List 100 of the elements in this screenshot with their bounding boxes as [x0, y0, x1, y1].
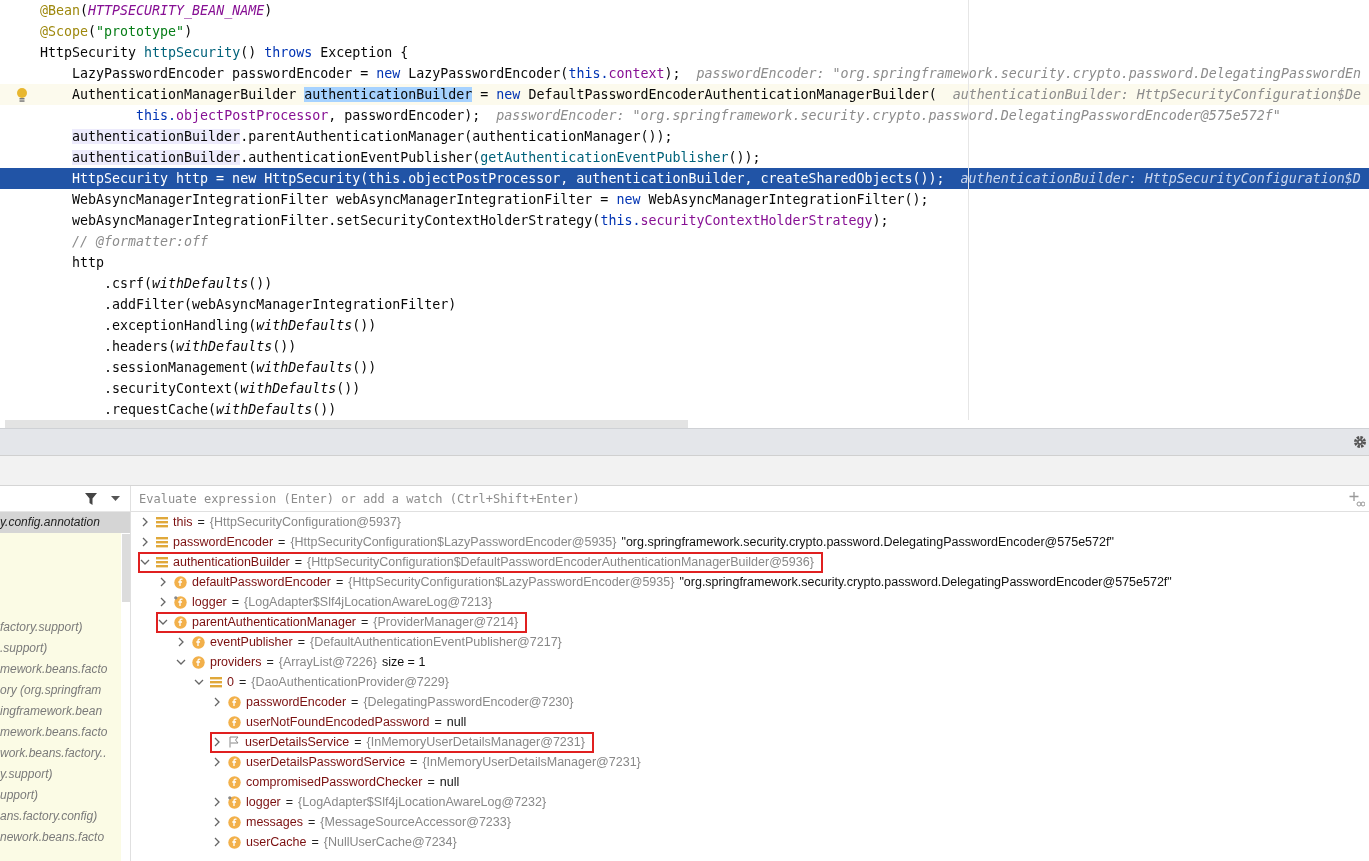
- equals-sign: =: [266, 655, 274, 669]
- stack-frame[interactable]: mework.beans.facto: [0, 659, 108, 680]
- variable-name: messages: [246, 815, 303, 829]
- code-line: authenticationBuilder.authenticationEventPublisher(getAuthenticationEventPublisher());: [71, 150, 761, 165]
- lightbulb-icon[interactable]: [16, 86, 28, 103]
- equals-sign: =: [285, 795, 294, 809]
- equals-sign: =: [434, 715, 442, 729]
- chevron-right-icon[interactable]: [160, 597, 166, 607]
- equals-sign: =: [308, 815, 316, 829]
- equals-sign: =: [427, 775, 435, 789]
- variable-type: {InMemoryUserDetailsManager@7231}: [366, 735, 585, 749]
- stack-frame[interactable]: mework.beans.facto: [0, 722, 108, 743]
- chevron-down-icon[interactable]: [140, 559, 150, 565]
- variable-name: passwordEncoder: [173, 535, 274, 549]
- code-line: HttpSecurity httpSecurity() throws Exception {: [40, 45, 409, 60]
- variable-type: {HttpSecurityConfiguration@5937}: [209, 515, 402, 529]
- chevron-down-icon[interactable]: [158, 619, 168, 625]
- chevron-right-icon[interactable]: [214, 797, 220, 807]
- code-line: .sessionManagement(withDefaults()): [103, 360, 377, 375]
- stack-frame[interactable]: ingframework.bean: [0, 701, 103, 722]
- settings-icon[interactable]: [1353, 435, 1367, 449]
- variable-name: this: [173, 515, 193, 529]
- code-line: authenticationBuilder.parentAuthenticationManager(authenticationManager());: [71, 129, 673, 144]
- equals-sign: =: [278, 535, 286, 549]
- stack-frame[interactable]: ory (org.springfram: [0, 680, 102, 701]
- code-line: .requestCache(withDefaults()): [103, 402, 337, 417]
- stack-frame[interactable]: y.config.annotation: [0, 512, 130, 533]
- filter-icon[interactable]: [85, 492, 97, 505]
- variable-value: null: [439, 775, 460, 789]
- variable-type: {DelegatingPasswordEncoder@7230}: [363, 695, 574, 709]
- collection-size: size = 1: [381, 655, 426, 669]
- code-line: LazyPasswordEncoder passwordEncoder = new LazyPasswordEncoder(this.context); passwordEncoder: "org.springframework.security.crypto.password.DelegatingPasswordEn: [71, 66, 1361, 81]
- chevron-down-icon[interactable]: [176, 659, 186, 665]
- watch-expression-field[interactable]: Evaluate expression (Enter) or add a watch (Ctrl+Shift+Enter): [139, 491, 1349, 506]
- add-watch-icon[interactable]: [1349, 490, 1365, 507]
- code-line: .headers(withDefaults()): [103, 339, 297, 354]
- variable-type: {HttpSecurityConfiguration$LazyPasswordEncoder@5935}: [290, 535, 617, 549]
- variable-name: userDetailsPasswordService: [246, 755, 406, 769]
- variable-type: {DefaultAuthenticationEventPublisher@7217}: [310, 635, 562, 649]
- equals-sign: =: [311, 835, 319, 849]
- code-line: webAsyncManagerIntegrationFilter.setSecurityContextHolderStrategy(this.securityContextHolderStrategy);: [71, 213, 889, 228]
- variable-type: {HttpSecurityConfiguration$LazyPasswordEncoder@5935}: [348, 575, 675, 589]
- equals-sign: =: [297, 635, 305, 649]
- scrollbar-thumb[interactable]: [5, 420, 688, 428]
- variable-value: null: [446, 715, 467, 729]
- code-line: // @formatter:off: [71, 234, 209, 249]
- code-line: http: [71, 255, 105, 270]
- variable-name: passwordEncoder: [246, 695, 347, 709]
- variable-type: {LogAdapter$Slf4jLocationAwareLog@7213}: [244, 595, 493, 609]
- code-line: WebAsyncManagerIntegrationFilter webAsyncManagerIntegrationFilter = new WebAsyncManagerIntegrationFilter();: [71, 192, 929, 207]
- chevron-right-icon[interactable]: [142, 537, 148, 547]
- variable-name: logger: [192, 595, 227, 609]
- code-line: .exceptionHandling(withDefaults()): [103, 318, 377, 333]
- variable-value: "org.springframework.security.crypto.password.DelegatingPasswordEncoder@575e572f": [679, 575, 1172, 589]
- variable-type: {HttpSecurityConfiguration$DefaultPasswordEncoderAuthenticationManagerBuilder@5936}: [307, 555, 814, 569]
- chevron-down-icon[interactable]: [194, 679, 204, 685]
- stack-frame[interactable]: y.support): [0, 764, 53, 785]
- code-line: .csrf(withDefaults()): [103, 276, 273, 291]
- chevron-right-icon[interactable]: [214, 697, 220, 707]
- code-line: this.objectPostProcessor, passwordEncoder); passwordEncoder: "org.springframework.security.crypto.password.DelegatingPasswordEncoder@575e572f": [135, 108, 1281, 123]
- code-line: .addFilter(webAsyncManagerIntegrationFilter): [103, 297, 457, 312]
- stack-frame[interactable]: upport): [0, 785, 39, 806]
- variable-name: defaultPasswordEncoder: [192, 575, 331, 589]
- equals-sign: =: [336, 575, 344, 589]
- variable-name: parentAuthenticationManager: [192, 615, 356, 629]
- caret-icon[interactable]: [111, 496, 120, 501]
- chevron-right-icon[interactable]: [214, 817, 220, 827]
- equals-sign: =: [197, 515, 205, 529]
- stack-frame[interactable]: nework.beans.facto: [0, 827, 105, 848]
- stack-frame[interactable]: ans.factory.config): [0, 806, 98, 827]
- equals-sign: =: [231, 595, 240, 609]
- variable-name: userDetailsService: [245, 735, 350, 749]
- variable-value: "org.springframework.security.crypto.password.DelegatingPasswordEncoder@575e572f": [621, 535, 1114, 549]
- variable-name: authenticationBuilder: [173, 555, 290, 569]
- stack-frame[interactable]: factory.support): [0, 617, 83, 638]
- variable-name: eventPublisher: [210, 635, 293, 649]
- chevron-right-icon[interactable]: [178, 637, 184, 647]
- scrollbar-thumb[interactable]: [122, 534, 130, 602]
- code-line: @Bean(HTTPSECURITY_BEAN_NAME): [40, 3, 273, 18]
- equals-sign: =: [361, 615, 369, 629]
- variable-type: {MessageSourceAccessor@7233}: [320, 815, 511, 829]
- equals-sign: =: [351, 695, 359, 709]
- variable-name: userCache: [246, 835, 307, 849]
- chevron-right-icon[interactable]: [160, 577, 166, 587]
- variable-type: {InMemoryUserDetailsManager@7231}: [422, 755, 641, 769]
- equals-sign: =: [410, 755, 418, 769]
- equals-sign: =: [238, 675, 247, 689]
- variable-name: providers: [210, 655, 262, 669]
- variable-name: compromisedPasswordChecker: [246, 775, 423, 789]
- chevron-right-icon[interactable]: [214, 737, 220, 747]
- code-line: AuthenticationManagerBuilder authenticationBuilder = new DefaultPasswordEncoderAuthenticationManagerBuilder( authenticationBuilder: HttpSecurityConfiguration$De: [71, 87, 1361, 102]
- chevron-right-icon[interactable]: [214, 837, 220, 847]
- chevron-right-icon[interactable]: [214, 757, 220, 767]
- stack-frame[interactable]: work.beans.factory..: [0, 743, 107, 764]
- variable-type: {ProviderManager@7214}: [373, 615, 519, 629]
- variable-type: {DaoAuthenticationProvider@7229}: [251, 675, 449, 689]
- chevron-right-icon[interactable]: [142, 517, 148, 527]
- variable-type: {LogAdapter$Slf4jLocationAwareLog@7232}: [298, 795, 547, 809]
- stack-frame[interactable]: .support): [0, 638, 48, 659]
- variable-name: logger: [246, 795, 281, 809]
